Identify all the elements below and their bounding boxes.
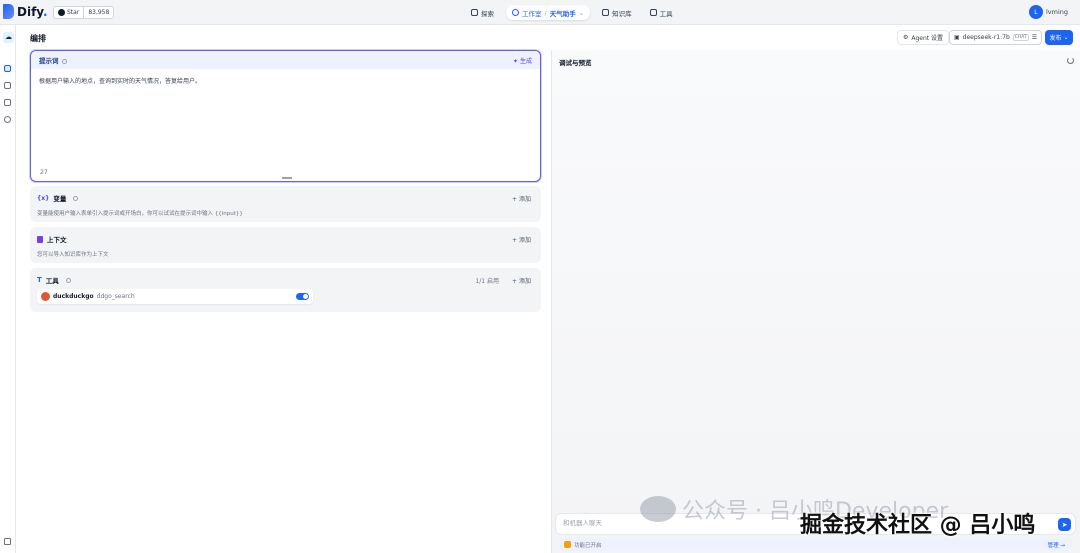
help-icon — [65, 277, 71, 283]
generate-button[interactable]: ✦ 生成 — [513, 56, 532, 65]
github-star-button[interactable]: Star 83,958 — [53, 6, 115, 19]
variables-header: {x} 变量 — [37, 193, 79, 203]
nav-studio[interactable]: 工作室 / 天气助手 ⌄ — [506, 5, 591, 20]
logo-text: Dify. — [17, 4, 48, 19]
tool-enabled-toggle[interactable] — [296, 293, 309, 300]
prompt-text[interactable]: 根据用户输入的地点，查询到实时的天气情况，答复给用户。 — [39, 76, 201, 85]
top-bar: Dify. Star 83,958 探索 工作室 / 天气助手 ⌄ 知识库 工具 — [0, 0, 1080, 25]
chat-input[interactable] — [563, 519, 1043, 527]
model-icon: ▣ — [954, 34, 960, 41]
prompt-editor[interactable]: 提示词 ✦ 生成 根据用户输入的地点，查询到实时的天气情况，答复给用户。 27 — [30, 50, 541, 182]
nav-separator: / — [544, 8, 547, 17]
agent-settings-label: Agent 设置 — [911, 35, 944, 42]
api-access-icon[interactable] — [4, 82, 11, 89]
studio-icon — [512, 9, 519, 16]
preview-title: 调试与预览 — [559, 59, 592, 67]
page-title: 编排 — [30, 34, 46, 43]
debug-preview-panel: 调试与预览 ➤ 功能已开启 管理 → — [552, 50, 1080, 553]
monitoring-icon[interactable] — [4, 116, 11, 123]
nav-tools[interactable]: 工具 — [644, 5, 679, 20]
dify-logo[interactable]: Dify. — [3, 4, 48, 19]
context-desc: 您可以导入知识库作为上下文 — [37, 252, 109, 258]
tools-title: 工具 — [45, 277, 59, 285]
dify-logo-icon — [3, 4, 14, 19]
context-section: 上下文 + 添加 您可以导入知识库作为上下文 — [30, 227, 541, 263]
nav-knowledge[interactable]: 知识库 — [596, 5, 638, 20]
publish-button[interactable]: 发布 ⌄ — [1045, 30, 1073, 45]
publish-label: 发布 — [1049, 35, 1062, 42]
model-selector[interactable]: ▣ deepseek-r1:7b CHAT ☰ — [949, 30, 1043, 45]
user-menu[interactable]: L lvming — [1028, 5, 1068, 19]
variable-icon: {x} — [37, 194, 50, 202]
current-app-name[interactable]: 天气助手 — [550, 8, 576, 18]
send-button[interactable]: ➤ — [1058, 518, 1071, 531]
collapse-sidebar-icon[interactable] — [4, 538, 11, 545]
manage-features-button[interactable]: 管理 → — [1048, 541, 1065, 549]
context-header: 上下文 — [37, 234, 67, 244]
user-name: lvming — [1045, 8, 1068, 16]
tool-icon: T — [37, 276, 42, 284]
feature-text: 功能已开启 — [574, 542, 602, 549]
avatar: L — [1028, 5, 1043, 19]
nav-explore[interactable]: 探索 — [465, 5, 500, 20]
add-variable-button[interactable]: + 添加 — [512, 194, 531, 203]
tools-section: T 工具 1/1 启用 + 添加 duckduckgo ddgo_search — [30, 268, 541, 312]
explore-icon — [471, 9, 478, 16]
nav-tools-label: 工具 — [659, 9, 673, 18]
variables-section: {x} 变量 + 添加 变量能使用户输入表单引入提示词或开场白，你可以试试在提示… — [30, 186, 541, 222]
help-icon — [61, 58, 67, 64]
duckduckgo-icon — [41, 292, 50, 301]
tools-header: T 工具 — [37, 275, 71, 285]
add-context-button[interactable]: + 添加 — [512, 235, 531, 244]
resize-handle[interactable] — [282, 177, 292, 179]
github-star-count: 83,958 — [88, 9, 110, 16]
nav-knowledge-label: 知识库 — [612, 9, 632, 18]
agent-settings-button[interactable]: ⚙ Agent 设置 — [897, 30, 950, 45]
refresh-icon[interactable] — [1067, 57, 1074, 64]
chevron-down-icon: ⌄ — [578, 8, 585, 17]
chevron-down-icon: ⌄ — [1063, 34, 1069, 41]
model-mode-badge: CHAT — [1012, 34, 1029, 41]
prompt-char-count: 27 — [40, 169, 48, 176]
help-icon — [73, 195, 79, 201]
left-rail: ☁ — [0, 25, 16, 553]
chat-input-box: ➤ — [555, 513, 1076, 535]
main-nav: 探索 工作室 / 天气助手 ⌄ 知识库 工具 — [465, 5, 679, 20]
tool-provider: duckduckgo — [53, 293, 94, 300]
tools-enabled-count: 1/1 启用 — [475, 278, 499, 285]
add-tool-button[interactable]: + 添加 — [512, 276, 531, 285]
prompt-title: 提示词 — [39, 55, 67, 65]
knowledge-icon — [602, 9, 610, 16]
tools-icon — [649, 9, 657, 16]
app-icon[interactable]: ☁ — [3, 32, 14, 43]
model-name: deepseek-r1:7b — [962, 34, 1010, 41]
nav-studio-label: 工作室 — [522, 9, 542, 18]
knowledge-icon — [37, 235, 43, 243]
logs-icon[interactable] — [4, 99, 11, 106]
variables-desc: 变量能使用户输入表单引入提示词或开场白，你可以试试在提示词中输入 {{input… — [37, 211, 243, 217]
nav-explore-label: 探索 — [481, 9, 494, 18]
github-icon — [58, 9, 65, 16]
tool-item[interactable]: duckduckgo ddgo_search — [37, 289, 313, 304]
feature-bar: 功能已开启 管理 → — [559, 538, 1073, 551]
context-title: 上下文 — [47, 236, 67, 244]
variables-title: 变量 — [53, 195, 67, 203]
feature-icon — [564, 541, 571, 548]
send-icon: ➤ — [1061, 520, 1068, 529]
prompt-header: 提示词 ✦ 生成 — [31, 51, 540, 69]
github-star-label: Star — [67, 9, 80, 16]
gear-icon: ⚙ — [903, 34, 909, 41]
sliders-icon[interactable]: ☰ — [1032, 34, 1037, 41]
tool-name: ddgo_search — [96, 293, 135, 300]
orchestrate-icon[interactable] — [4, 65, 11, 72]
